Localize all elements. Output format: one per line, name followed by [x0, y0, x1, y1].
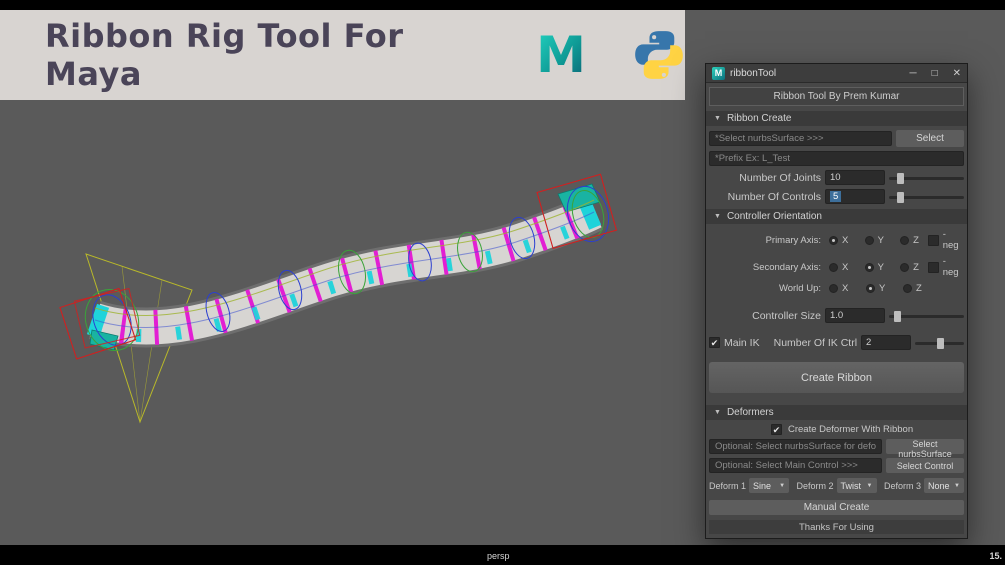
- controller-size-slider[interactable]: [889, 309, 964, 323]
- deformer-surface-input[interactable]: [709, 439, 882, 454]
- primary-axis-label: Primary Axis:: [765, 234, 821, 246]
- ribbon-tool-window: M ribbonTool ─ □ ✕ Ribbon Tool By Prem K…: [705, 63, 968, 539]
- world-up-label: World Up:: [778, 283, 821, 294]
- section-controller-orientation[interactable]: ▼ Controller Orientation: [706, 209, 967, 224]
- svg-text:M: M: [536, 27, 586, 83]
- controller-size-label: Controller Size: [752, 309, 821, 322]
- main-ik-checkbox[interactable]: ✔: [709, 337, 720, 348]
- ik-ctrl-slider[interactable]: [915, 336, 964, 350]
- secondary-z-radio[interactable]: [900, 262, 910, 272]
- deform2-dropdown[interactable]: Twist ▼: [836, 478, 877, 493]
- select-control-button[interactable]: Select Control: [886, 458, 964, 473]
- ik-ctrl-field[interactable]: 2: [861, 335, 912, 350]
- page-title: Ribbon Rig Tool For Maya: [45, 17, 404, 93]
- collapse-icon: ▼: [714, 409, 721, 416]
- joints-value-field[interactable]: 10: [825, 170, 885, 185]
- chevron-down-icon: ▼: [954, 482, 960, 489]
- ik-ctrl-label: Number Of IK Ctrl: [773, 336, 858, 349]
- maximize-icon[interactable]: □: [932, 64, 938, 83]
- controller-size-field[interactable]: 1.0: [825, 308, 885, 323]
- primary-y-radio[interactable]: [864, 235, 874, 245]
- primary-z-radio[interactable]: [900, 235, 910, 245]
- collapse-icon: ▼: [714, 115, 721, 122]
- title-banner: Ribbon Rig Tool For Maya M: [0, 10, 685, 100]
- collapse-icon: ▼: [714, 213, 721, 220]
- secondary-axis-label: Secondary Axis:: [752, 261, 821, 273]
- primary-neg-checkbox[interactable]: [927, 234, 939, 246]
- deform1-label: Deform 1: [709, 480, 747, 491]
- select-surface-button[interactable]: Select: [896, 130, 964, 147]
- chevron-down-icon: ▼: [779, 482, 786, 489]
- thanks-footer: Thanks For Using: [709, 520, 964, 534]
- worldup-x-radio[interactable]: [829, 284, 838, 293]
- ribbon-surface[interactable]: [86, 183, 603, 351]
- deform2-label: Deform 2: [796, 480, 834, 491]
- controls-value-field[interactable]: 5: [825, 189, 885, 204]
- joints-label: Number Of Joints: [739, 171, 821, 184]
- secondary-y-radio[interactable]: [864, 262, 874, 272]
- controls-label: Number Of Controls: [727, 190, 821, 203]
- section-ribbon-create[interactable]: ▼ Ribbon Create: [706, 111, 967, 126]
- maya-app-icon: M: [712, 66, 725, 80]
- python-logo-icon: [633, 29, 685, 81]
- close-icon[interactable]: ✕: [953, 64, 961, 83]
- prefix-input[interactable]: [709, 151, 964, 166]
- worldup-z-radio[interactable]: [903, 284, 912, 293]
- tool-author-header: Ribbon Tool By Prem Kumar: [709, 87, 964, 106]
- nurbs-surface-input[interactable]: [709, 131, 892, 146]
- create-deformer-checkbox[interactable]: ✔: [771, 424, 782, 435]
- minimize-icon[interactable]: ─: [909, 64, 916, 83]
- deform3-label: Deform 3: [883, 480, 921, 491]
- maya-logo-icon: M: [533, 27, 589, 83]
- deform1-dropdown[interactable]: Sine ▼: [749, 478, 790, 493]
- controls-slider[interactable]: [889, 190, 964, 204]
- primary-x-radio[interactable]: [829, 235, 838, 245]
- create-deformer-label: Create Deformer With Ribbon: [788, 424, 914, 435]
- deform3-dropdown[interactable]: None ▼: [923, 478, 964, 493]
- worldup-y-radio[interactable]: [866, 284, 875, 293]
- joints-slider[interactable]: [889, 171, 964, 185]
- select-deformer-surface-button[interactable]: Select nurbsSurface: [886, 439, 964, 459]
- manual-create-button[interactable]: Manual Create: [709, 500, 964, 515]
- secondary-neg-checkbox[interactable]: [927, 261, 939, 273]
- main-control-input[interactable]: [709, 458, 882, 473]
- window-titlebar[interactable]: M ribbonTool ─ □ ✕: [706, 64, 967, 83]
- chevron-down-icon: ▼: [866, 482, 873, 489]
- section-deformers[interactable]: ▼ Deformers: [706, 405, 967, 420]
- window-title: ribbonTool: [730, 67, 777, 79]
- secondary-x-radio[interactable]: [829, 262, 838, 272]
- create-ribbon-button[interactable]: Create Ribbon: [709, 362, 964, 393]
- main-ik-label: Main IK: [724, 336, 760, 349]
